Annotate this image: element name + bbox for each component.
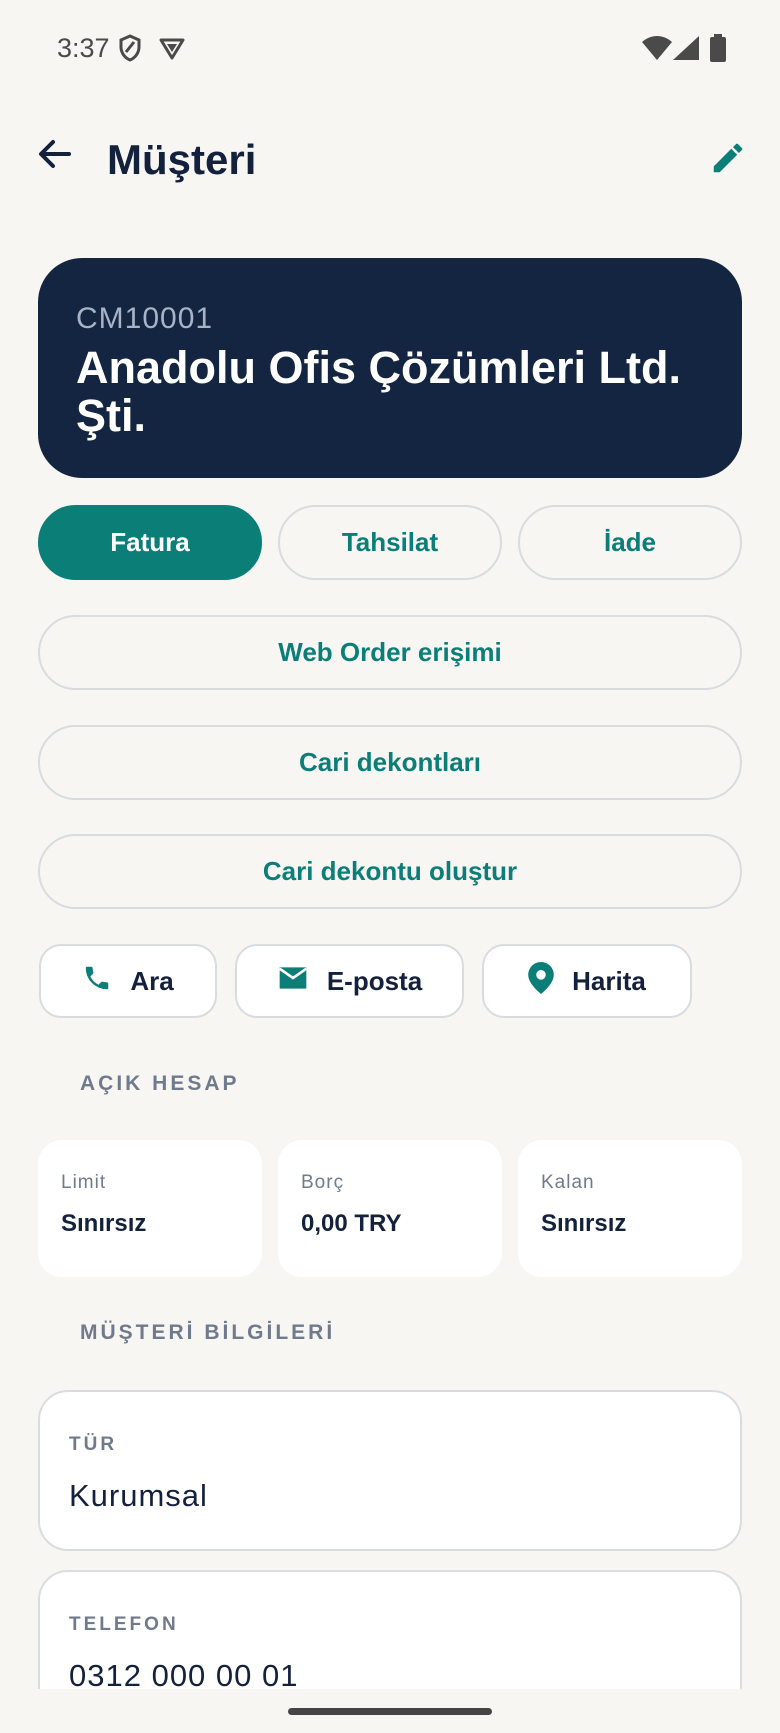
type-value: Kurumsal (69, 1478, 208, 1513)
customer-header-card: CM10001 Anadolu Ofis Çözümleri Ltd. Şti. (38, 258, 742, 478)
email-button[interactable]: E-posta (235, 944, 464, 1018)
mail-icon (277, 964, 309, 999)
app-bar: Müşteri (0, 110, 780, 210)
wifi-icon (642, 36, 672, 65)
map-button[interactable]: Harita (482, 944, 692, 1018)
call-label: Ara (130, 965, 174, 996)
email-label: E-posta (326, 965, 423, 996)
debt-stat-card: Borç 0,00 TRY (278, 1140, 502, 1277)
pencil-icon (709, 139, 747, 182)
remaining-stat-card: Kalan Sınırsız (518, 1140, 742, 1277)
vpn-icon (158, 34, 186, 67)
home-indicator[interactable] (288, 1708, 492, 1715)
limit-stat-card: Limit Sınırsız (38, 1140, 262, 1277)
remaining-label: Kalan (541, 1172, 595, 1193)
shield-icon (118, 34, 142, 67)
arrow-back-icon (37, 138, 71, 175)
customer-code: CM10001 (76, 302, 214, 335)
status-bar: 3:37 (0, 0, 780, 100)
phone-icon (82, 963, 112, 1000)
type-info-card: TÜR Kurumsal (38, 1390, 742, 1551)
type-label: TÜR (69, 1434, 118, 1455)
return-button[interactable]: İade (518, 505, 742, 580)
debt-label: Borç (301, 1172, 345, 1193)
status-time: 3:37 (57, 33, 110, 63)
open-account-section-title: AÇIK HESAP (80, 1072, 240, 1095)
back-button[interactable] (28, 130, 80, 182)
limit-value: Sınırsız (61, 1210, 147, 1237)
customer-info-section-title: MÜŞTERİ BİLGİLERİ (80, 1321, 336, 1344)
limit-label: Limit (61, 1172, 107, 1193)
signal-icon (673, 36, 699, 65)
edit-button[interactable] (700, 132, 756, 188)
map-label: Harita (572, 965, 646, 996)
invoice-button[interactable]: Fatura (38, 505, 262, 580)
battery-icon (710, 34, 726, 67)
phone-label: TELEFON (69, 1614, 179, 1635)
location-pin-icon (528, 961, 554, 1001)
call-button[interactable]: Ara (39, 944, 217, 1018)
create-account-receipt-button[interactable]: Cari dekontu oluştur (38, 834, 742, 909)
debt-value: 0,00 TRY (301, 1210, 402, 1237)
web-order-access-button[interactable]: Web Order erişimi (38, 615, 742, 690)
remaining-value: Sınırsız (541, 1210, 627, 1237)
page-title: Müşteri (107, 136, 257, 183)
account-receipts-button[interactable]: Cari dekontları (38, 725, 742, 800)
collection-button[interactable]: Tahsilat (278, 505, 502, 580)
customer-name: Anadolu Ofis Çözümleri Ltd. Şti. (76, 342, 681, 441)
